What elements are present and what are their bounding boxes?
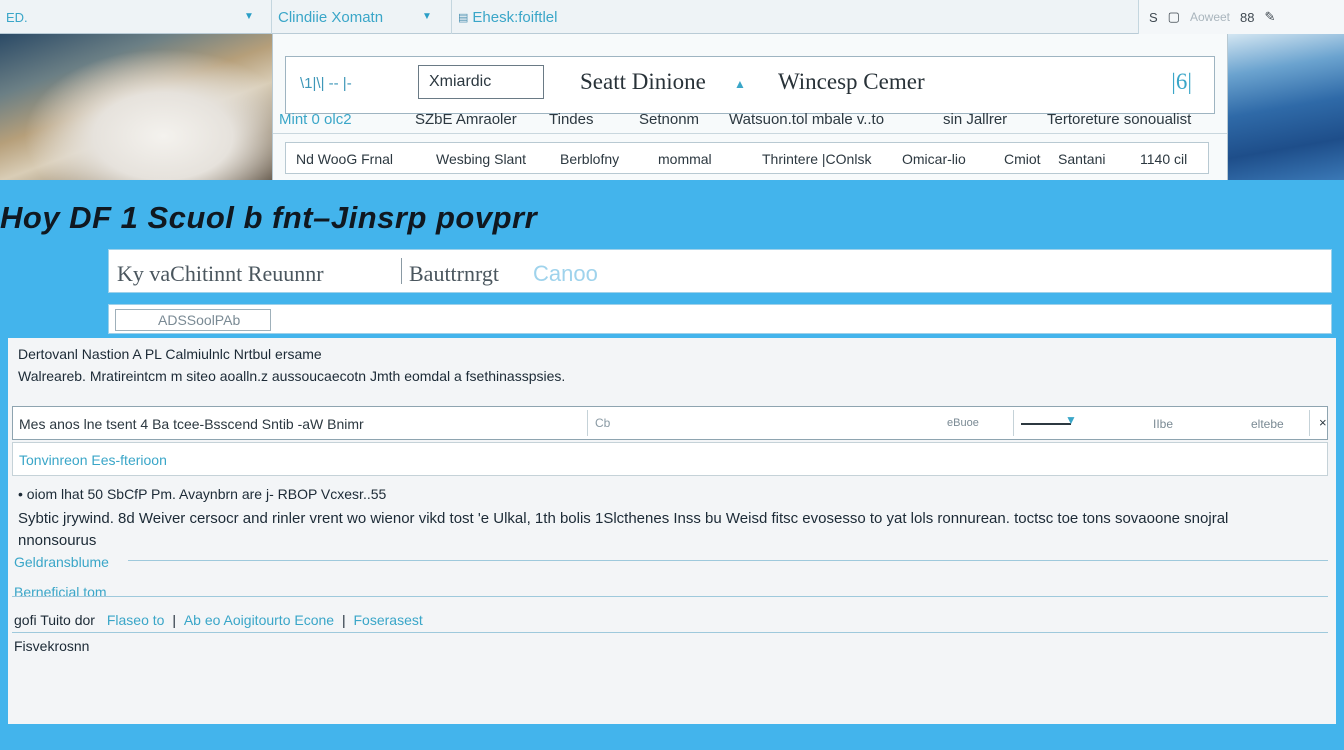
filter-row: Nd WooG Frnal Wesbing Slant Berblofny mo… xyxy=(285,142,1209,174)
settings-icon[interactable]: S xyxy=(1149,10,1158,25)
filter-item[interactable]: Wesbing Slant xyxy=(436,151,526,167)
menu-item[interactable]: sin Jallrer xyxy=(943,111,1007,128)
filter-item[interactable]: Cmiot xyxy=(1004,151,1041,167)
menu-item[interactable]: Tindes xyxy=(549,111,593,128)
body-paragraph: Sybtic jrywind. 8d Weiver cersocr and ri… xyxy=(18,510,1229,549)
section-heading[interactable]: Geldransblume xyxy=(14,554,109,570)
main-content: Dertovanl Nastion A PL Calmiulnlc Nrtbul… xyxy=(0,338,1344,724)
filter-item[interactable]: Santani xyxy=(1058,151,1105,167)
close-icon[interactable]: × xyxy=(1319,415,1327,430)
search-bar: Mes anos lne tsent 4 Ba tcee-Bsscend Snt… xyxy=(12,406,1328,440)
filter-item[interactable]: Nd WooG Frnal xyxy=(296,151,393,167)
link[interactable]: Foserasest xyxy=(354,612,423,628)
grid-icon[interactable]: 88 xyxy=(1240,10,1254,25)
account-label[interactable]: Aoweet xyxy=(1190,10,1230,24)
separator: | xyxy=(341,612,346,628)
tab-label: Ehesk:foiftlel xyxy=(472,8,558,26)
description-line: Dertovanl Nastion A PL Calmiulnlc Nrtbul… xyxy=(18,346,322,362)
tab-label: ED. xyxy=(6,9,28,25)
search-label: Mes anos lne tsent 4 Ba tcee-Bsscend Snt… xyxy=(19,416,364,432)
name-field[interactable]: Xmiardic xyxy=(418,65,544,99)
subsection-title[interactable]: Tonvinreon Ees-fterioon xyxy=(19,452,167,468)
subsection-bar: Tonvinreon Ees-fterioon xyxy=(12,442,1328,476)
zoom-slider[interactable] xyxy=(1021,423,1071,425)
search-option[interactable]: IIbe xyxy=(1153,417,1173,431)
filter-item[interactable]: Berblofny xyxy=(560,151,619,167)
filter-item[interactable]: 1140 cil xyxy=(1140,151,1187,167)
tab-ed[interactable]: ED. ▼ xyxy=(0,0,272,34)
link-row: gofi Tuito dor Flaseo to | Ab eo Aoigito… xyxy=(14,612,423,628)
toolbar: S ▢ Aoweet 88 ✎ xyxy=(1138,0,1344,34)
chevron-down-icon[interactable]: ▼ xyxy=(422,11,432,22)
menu-item[interactable]: Tertoreture sonoualist xyxy=(1047,111,1191,128)
header-panel: \1|\| -- |- Xmiardic Seatt Dinione ▲ Win… xyxy=(272,34,1228,180)
separator: | xyxy=(172,612,176,628)
tab-file[interactable]: ▤ Ehesk:foiftlel xyxy=(452,0,1138,34)
action-button[interactable]: ADSSoolPAb xyxy=(115,309,271,331)
end-marker: |6| xyxy=(1171,69,1192,94)
tab-clindiie[interactable]: Clindiie Xomatn ▼ xyxy=(272,0,452,34)
slider-handle-icon[interactable]: ▼ xyxy=(1065,413,1077,427)
menu-item[interactable]: Watsuon.tol mbale v..to xyxy=(729,111,884,128)
search-option[interactable]: eltebe xyxy=(1251,417,1284,431)
page-title: Hoy DF 1 Scuol b fnt–Jinsrp povprr xyxy=(0,200,538,235)
filter-item[interactable]: Omicar-lio xyxy=(902,151,966,167)
divider xyxy=(12,596,1328,597)
action-bar: ADSSoolPAb xyxy=(108,304,1332,334)
chevron-down-icon[interactable]: ▼ xyxy=(244,11,254,22)
secondary-title: Wincesp Cemer xyxy=(778,69,925,94)
section-heading[interactable]: Berneficial tom xyxy=(14,584,107,600)
doc-icon: ▤ xyxy=(458,11,469,24)
menu-row: Mint 0 olc2 SZbE Amraoler Tindes Setnonm… xyxy=(273,106,1227,134)
divider xyxy=(12,632,1328,633)
footer-text: Fisvekrosnn xyxy=(14,638,90,654)
link[interactable]: gofi Tuito dor xyxy=(14,612,95,628)
chevron-up-icon[interactable]: ▲ xyxy=(734,77,746,91)
menu-item[interactable]: Setnonm xyxy=(639,111,699,128)
primary-title: Seatt Dinione xyxy=(580,69,706,94)
divider xyxy=(1013,410,1014,436)
subtitle-link[interactable]: Bauttrnrgt xyxy=(409,261,499,287)
divider xyxy=(128,560,1328,561)
search-option[interactable]: eBuoe xyxy=(947,417,979,429)
divider xyxy=(401,258,402,284)
divider xyxy=(587,410,588,436)
search-input[interactable]: Cb xyxy=(595,416,610,430)
filter-item[interactable]: Thrintere |COnlsk xyxy=(762,151,871,167)
menu-item[interactable]: Mint 0 olc2 xyxy=(279,111,352,128)
description-line: Walreareb. Mratireintcm m siteo aoalln.z… xyxy=(18,368,566,384)
banner-image-right xyxy=(1228,34,1344,180)
divider xyxy=(1309,410,1310,436)
tab-bar: ED. ▼ Clindiie Xomatn ▼ ▤ Ehesk:foiftlel… xyxy=(0,0,1344,34)
subtitle-text: Ky vaChitinnt Reuunnr xyxy=(117,261,324,286)
row-prefix: \1|\| -- |- xyxy=(300,75,352,92)
subtitle-bar: Ky vaChitinnt Reuunnr Bauttrnrgt Canoo xyxy=(108,249,1332,293)
link[interactable]: Flaseo to xyxy=(107,612,165,628)
link[interactable]: Ab eo Aoigitourto Econe xyxy=(184,612,334,628)
tab-label: Clindiie Xomatn xyxy=(278,8,384,26)
filter-item[interactable]: mommal xyxy=(658,151,712,167)
menu-item[interactable]: SZbE Amraoler xyxy=(415,111,517,128)
list-item: • oiom lhat 50 SbCfP Pm. Avaynbrn are j-… xyxy=(18,486,387,502)
subtitle-faint: Canoo xyxy=(533,261,598,286)
window-icon[interactable]: ▢ xyxy=(1168,9,1180,25)
edit-icon[interactable]: ✎ xyxy=(1264,9,1275,25)
banner-image-left xyxy=(0,34,272,180)
